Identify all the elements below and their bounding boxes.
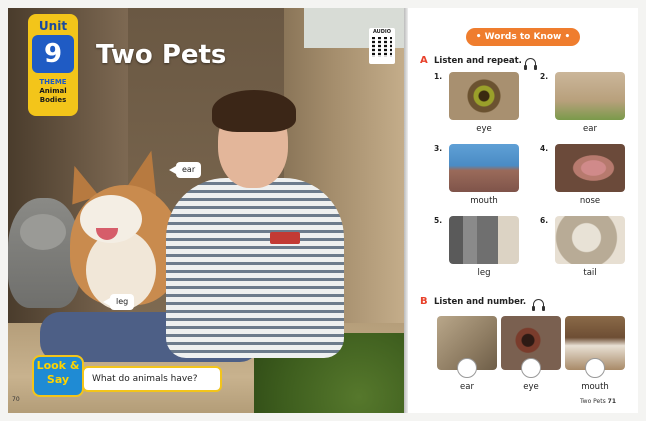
vocab-word: mouth	[470, 196, 498, 206]
answer-circle[interactable]	[521, 358, 541, 378]
page-title: Two Pets	[96, 40, 227, 70]
page-number-right: 71	[607, 398, 617, 405]
vocab-number: 5.	[434, 216, 443, 225]
words-to-know-banner: • Words to Know •	[466, 28, 580, 46]
section-b-letter: B	[420, 296, 428, 307]
section-a-title: Listen and repeat.	[434, 56, 522, 66]
vocab-image-tail	[555, 216, 625, 264]
theme-text: Animal Bodies	[39, 87, 67, 104]
label-tag-leg: leg	[102, 294, 135, 310]
vocab-image-leg	[449, 216, 519, 264]
vocab-image-ear	[555, 72, 625, 120]
page-footer-right: Two Pets 71	[580, 398, 616, 405]
vocab-word: eye	[476, 124, 492, 134]
book-spread: Unit 9 THEME Animal Bodies Two Pets AUDI…	[0, 0, 646, 421]
unit-number: 9	[32, 35, 74, 73]
theme-label: THEME	[39, 78, 67, 86]
vocab-word: leg	[477, 268, 491, 278]
section-a-letter: A	[420, 55, 428, 66]
number-word: eye	[523, 382, 539, 392]
question-bubble: What do animals have?	[82, 366, 222, 392]
cat-face	[20, 214, 66, 250]
footer-title: Two Pets	[580, 398, 606, 405]
answer-circle[interactable]	[457, 358, 477, 378]
boy-hair	[212, 90, 296, 132]
vocab-image-mouth	[449, 144, 519, 192]
vocab-word: nose	[579, 196, 601, 206]
vocab-number: 6.	[540, 216, 549, 225]
headphones-icon[interactable]	[532, 299, 545, 311]
vocab-word: tail	[583, 268, 597, 278]
vocab-number: 1.	[434, 72, 443, 81]
number-word: ear	[460, 382, 474, 392]
boy-pocket	[270, 232, 300, 244]
answer-circle[interactable]	[585, 358, 605, 378]
vocab-image-eye	[449, 72, 519, 120]
audio-label: AUDIO	[372, 29, 392, 35]
label-tag-ear: ear	[168, 162, 202, 178]
vocab-image-nose	[555, 144, 625, 192]
section-b-title: Listen and number.	[434, 297, 527, 307]
headphones-icon[interactable]	[524, 58, 537, 70]
vocab-number: 2.	[540, 72, 549, 81]
boy-striped-sweater	[166, 178, 344, 358]
vocab-word: ear	[583, 124, 597, 134]
number-word: mouth	[581, 382, 609, 392]
vocab-number: 4.	[540, 144, 549, 153]
page-number-left: 70	[12, 396, 20, 403]
look-say-text: Look & Say	[36, 359, 80, 386]
qr-code-icon[interactable]	[372, 37, 392, 57]
vocab-number: 3.	[434, 144, 443, 153]
unit-label: Unit	[38, 19, 68, 33]
